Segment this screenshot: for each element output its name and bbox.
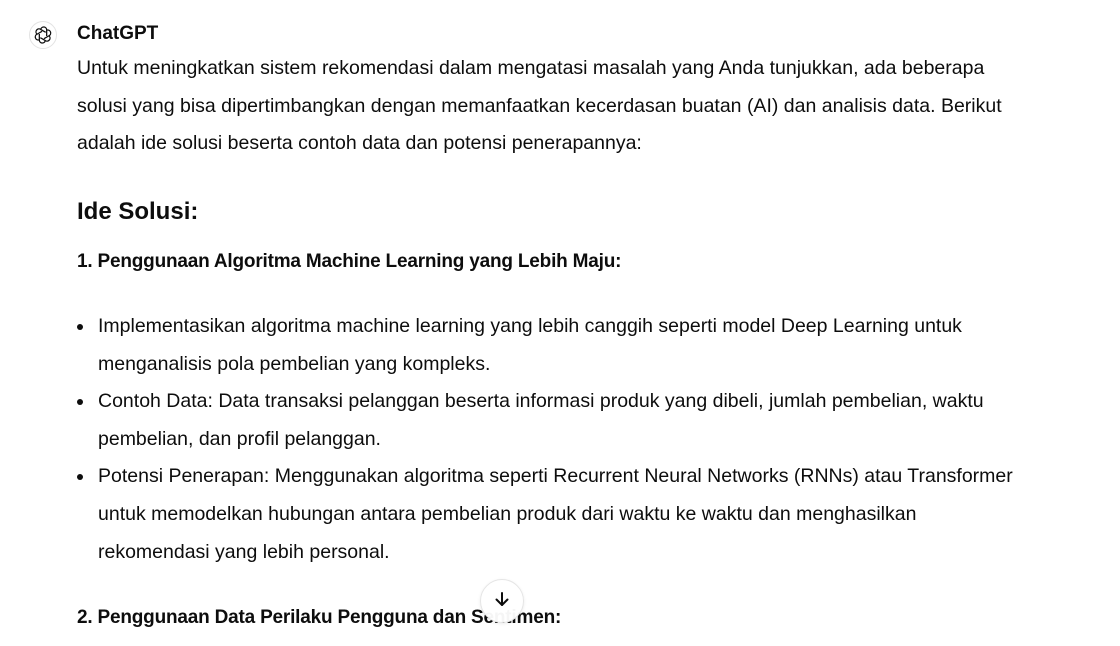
bullet-list: Implementasikan algoritma machine learni…	[77, 308, 1027, 571]
list-item-text: Implementasikan algoritma machine learni…	[98, 315, 962, 375]
subsection-title-1: 1. Penggunaan Algoritma Machine Learning…	[77, 251, 622, 272]
bullet-dot	[77, 474, 83, 481]
openai-logo-icon	[29, 21, 57, 49]
list-item-text: Contoh Data: Data transaksi pelanggan be…	[98, 390, 984, 450]
arrow-down-icon	[492, 589, 512, 614]
message-content: Untuk meningkatkan sistem rekomendasi da…	[77, 50, 1027, 628]
intro-paragraph: Untuk meningkatkan sistem rekomendasi da…	[77, 57, 1002, 154]
section-heading: Ide Solusi:	[77, 198, 199, 225]
list-item: Potensi Penerapan: Menggunakan algoritma…	[77, 458, 1027, 571]
assistant-message: ChatGPT Untuk meningkatkan sistem rekome…	[0, 0, 1120, 646]
bullet-dot	[77, 399, 83, 406]
list-item-text: Potensi Penerapan: Menggunakan algoritma…	[98, 465, 1013, 563]
bullet-dot	[77, 324, 83, 330]
list-item: Implementasikan algoritma machine learni…	[77, 308, 1027, 383]
list-item: Contoh Data: Data transaksi pelanggan be…	[77, 383, 1027, 458]
message-author: ChatGPT	[77, 23, 159, 44]
scroll-down-button[interactable]	[480, 579, 524, 623]
